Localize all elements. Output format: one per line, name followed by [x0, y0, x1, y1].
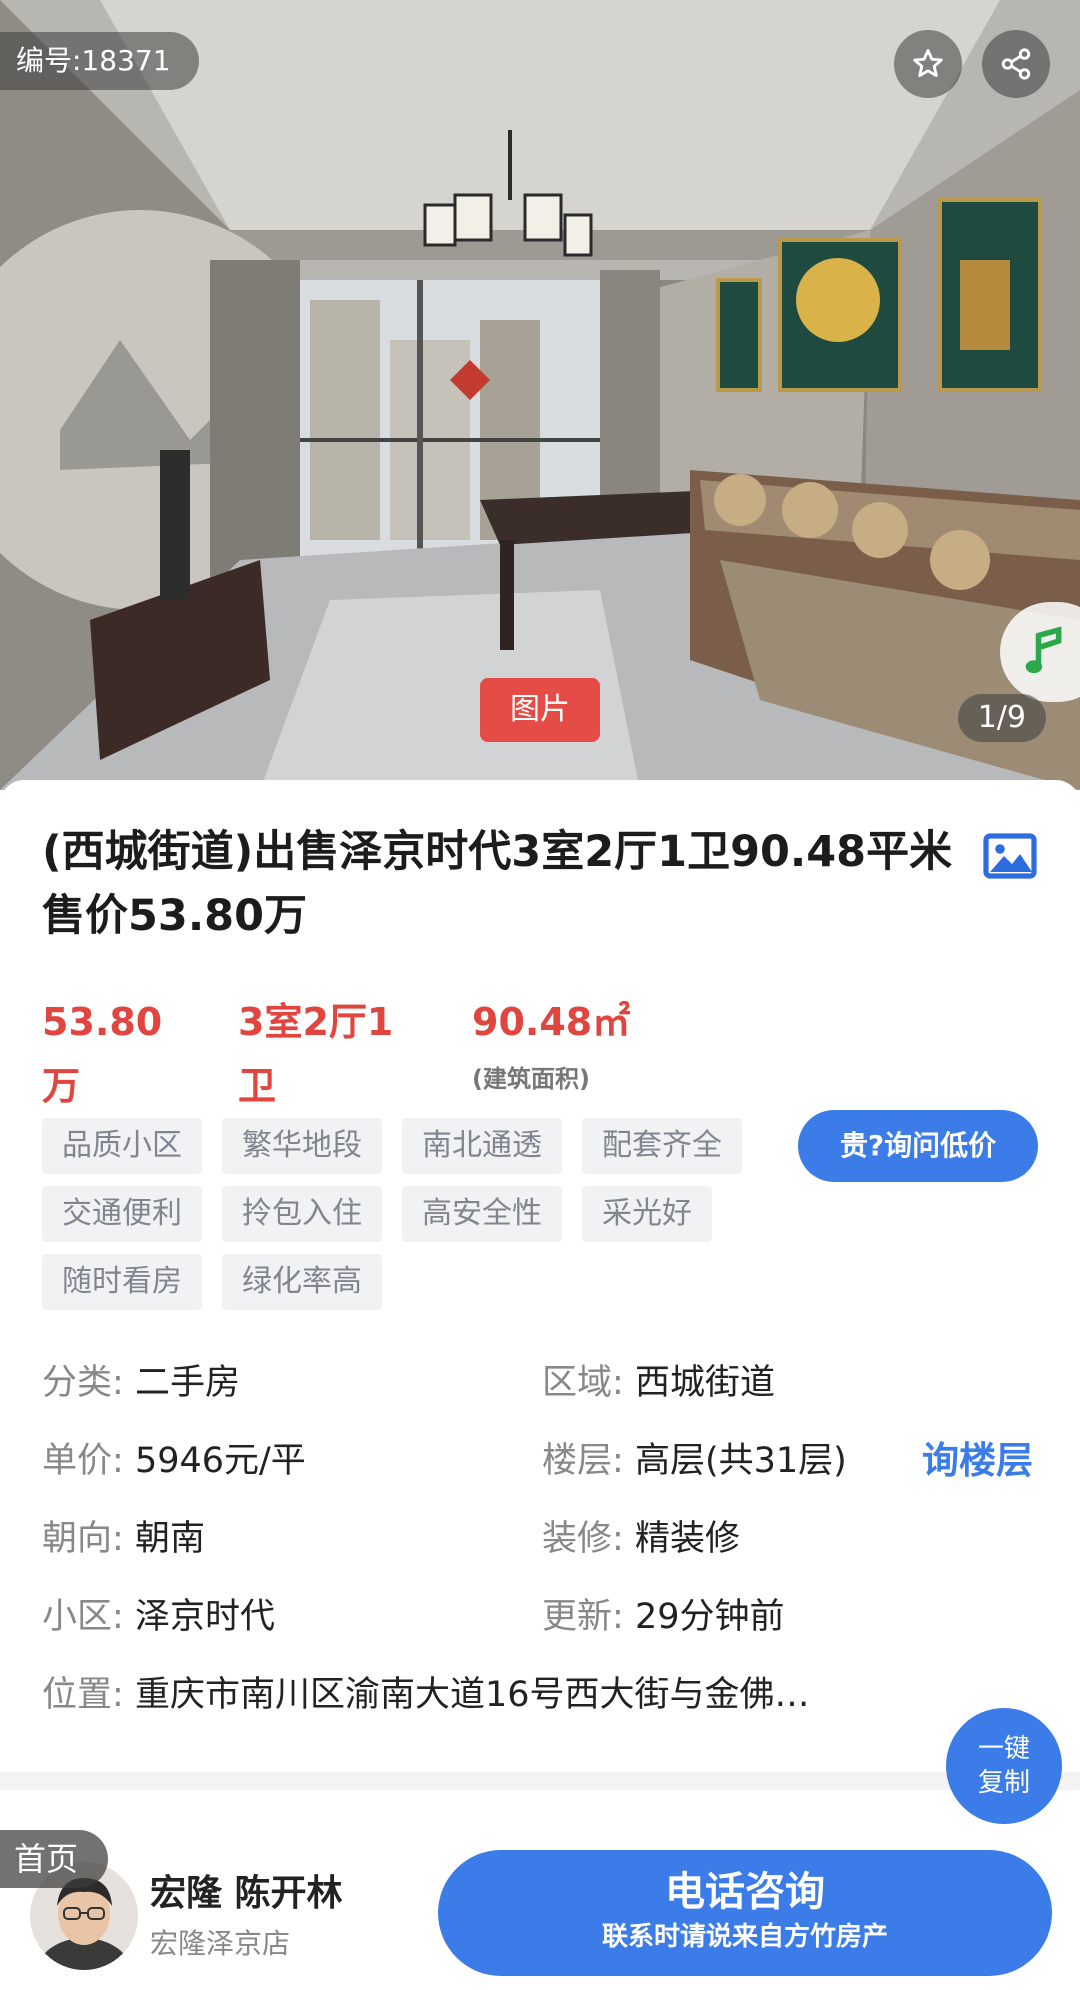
detail-community: 小区: 泽京时代: [42, 1592, 275, 1642]
detail-floor: 楼层: 高层(共31层): [542, 1436, 847, 1486]
detail-value: 朝南: [134, 1519, 205, 1559]
home-button[interactable]: 首页: [0, 1830, 109, 1888]
detail-value: 29分钟前: [634, 1597, 785, 1637]
tag-item: 拎包入住: [222, 1186, 382, 1242]
agent-store: 宏隆泽京店: [150, 1927, 291, 1960]
area-note: (建筑面积): [472, 1065, 590, 1093]
tag-item: 高安全性: [402, 1186, 562, 1242]
detail-value: 泽京时代: [134, 1597, 275, 1637]
tag-item: 采光好: [582, 1186, 712, 1242]
detail-category: 分类: 二手房: [42, 1358, 240, 1408]
detail-decoration: 装修: 精装修: [542, 1514, 740, 1564]
call-button-label: 电话咨询: [665, 1869, 825, 1915]
detail-updated: 更新: 29分钟前: [542, 1592, 784, 1642]
photo-tab-button[interactable]: 图片: [480, 678, 600, 742]
section-divider: [0, 1772, 1080, 1790]
tag-item: 交通便利: [42, 1186, 202, 1242]
detail-value: 二手房: [134, 1363, 240, 1403]
detail-label: 更新:: [542, 1597, 624, 1637]
detail-label: 单价:: [42, 1441, 124, 1481]
share-button[interactable]: [982, 30, 1050, 98]
agent-name: 宏隆 陈开林: [150, 1873, 343, 1914]
detail-location: 位置: 重庆市南川区渝南大道16号西大街与金佛…: [42, 1670, 809, 1720]
ask-floor-link[interactable]: 询楼层: [922, 1436, 1033, 1486]
image-icon[interactable]: [982, 832, 1038, 880]
listing-photo[interactable]: 编号:18371 图片 1/9: [0, 0, 1080, 790]
tag-item: 绿化率高: [222, 1254, 382, 1310]
living-room-photo: [0, 0, 1080, 790]
photo-counter: 1/9: [957, 694, 1046, 742]
detail-value: 西城街道: [634, 1363, 775, 1403]
copy-button-line2: 复制: [977, 1768, 1030, 1798]
detail-label: 装修:: [542, 1519, 624, 1559]
star-icon: [913, 49, 943, 78]
tag-item: 繁华地段: [222, 1118, 382, 1174]
detail-value: 5946元/平: [134, 1441, 306, 1481]
layout-stat: 3室2厅1卫: [238, 1000, 394, 1108]
detail-value: 高层(共31层): [634, 1441, 847, 1481]
copy-button-line1: 一键: [977, 1734, 1030, 1764]
listing-card: (西城街道)出售泽京时代3室2厅1卫90.48平米 售价53.80万 53.80…: [0, 780, 1080, 1780]
detail-label: 区域:: [542, 1363, 624, 1403]
detail-value: 重庆市南川区渝南大道16号西大街与金佛…: [134, 1675, 810, 1715]
detail-region: 区域: 西城街道: [542, 1358, 775, 1408]
favorite-button[interactable]: [894, 30, 962, 98]
copy-info-button[interactable]: 一键 复制: [946, 1708, 1062, 1824]
detail-orientation: 朝向: 朝南: [42, 1514, 205, 1564]
listing-title: (西城街道)出售泽京时代3室2厅1卫90.48平米 售价53.80万: [42, 827, 953, 941]
share-icon: [1001, 48, 1031, 80]
detail-value: 精装修: [634, 1519, 740, 1559]
tag-item: 配套齐全: [582, 1118, 742, 1174]
detail-unit-price: 单价: 5946元/平: [42, 1436, 306, 1486]
detail-label: 楼层:: [542, 1441, 624, 1481]
detail-label: 朝向:: [42, 1519, 124, 1559]
tag-item: 品质小区: [42, 1118, 202, 1174]
tag-item: 随时看房: [42, 1254, 202, 1310]
tag-item: 南北通透: [402, 1118, 562, 1174]
call-button-note: 联系时请说来自方竹房产: [601, 1922, 888, 1952]
detail-label: 小区:: [42, 1597, 124, 1637]
bottom-contact-bar: 首页 宏隆 陈开林 宏隆泽京店 电话咨询 联系时请说来自方竹房产: [0, 1800, 1080, 1990]
price-stat: 53.80万: [42, 1000, 163, 1108]
detail-label: 位置:: [42, 1675, 124, 1715]
phone-consult-button[interactable]: 电话咨询 联系时请说来自方竹房产: [438, 1850, 1052, 1976]
listing-id-badge: 编号:18371: [0, 32, 199, 90]
music-note-icon: [1025, 626, 1062, 674]
detail-label: 分类:: [42, 1363, 124, 1403]
ask-lower-price-button[interactable]: 贵?询问低价: [798, 1110, 1038, 1182]
